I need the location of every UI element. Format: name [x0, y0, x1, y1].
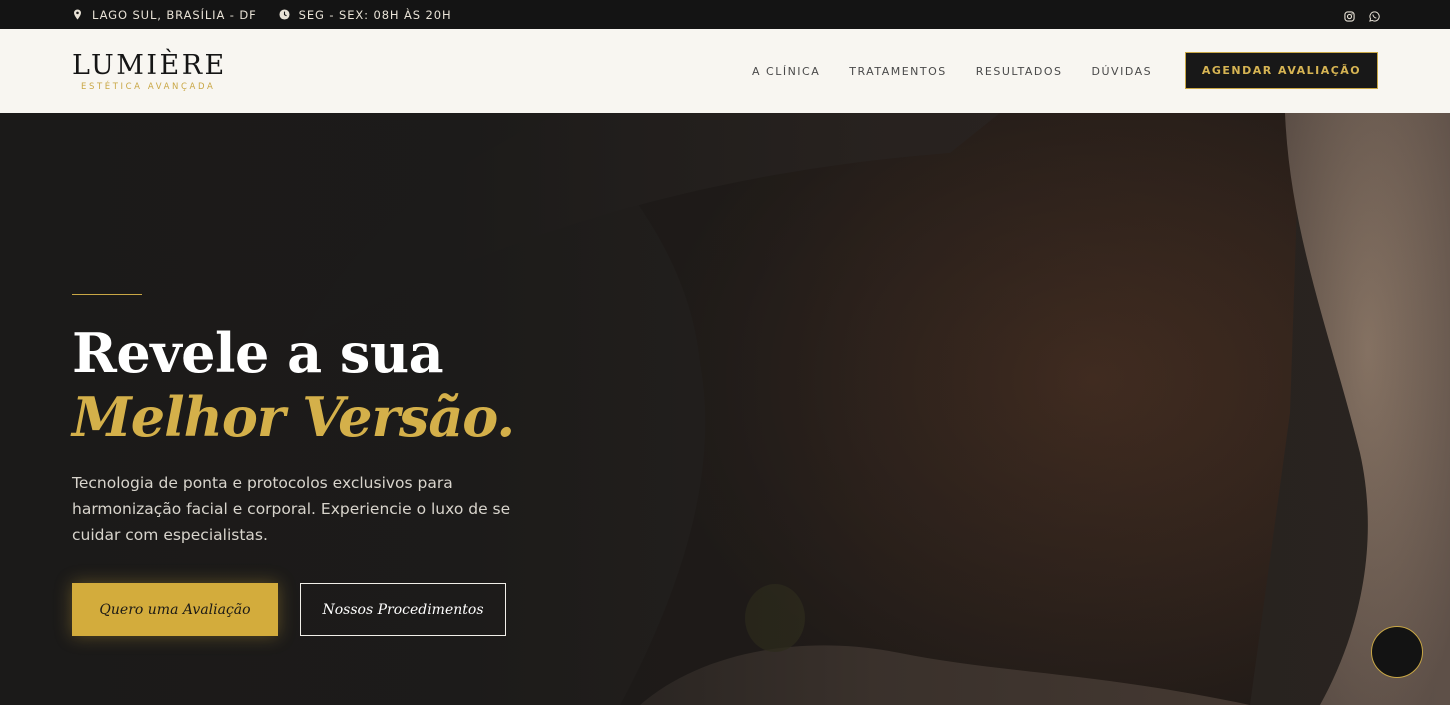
whatsapp-icon[interactable]	[1369, 9, 1380, 22]
contact-info: LAGO SUL, BRASÍLIA - DF SEG - SEX: 08H À…	[72, 0, 452, 29]
brand-logo[interactable]: LUMIÈRE ESTÉTICA AVANÇADA	[72, 50, 232, 93]
nav-item-resultados[interactable]: RESULTADOS	[976, 65, 1063, 78]
nav-item-duvidas[interactable]: DÚVIDAS	[1092, 65, 1153, 78]
location-text: LAGO SUL, BRASÍLIA - DF	[92, 7, 257, 22]
main-nav: A CLÍNICA TRATAMENTOS RESULTADOS DÚVIDAS	[752, 29, 1152, 113]
hours-text: SEG - SEX: 08H ÀS 20H	[298, 7, 452, 22]
site-header: LUMIÈRE ESTÉTICA AVANÇADA A CLÍNICA TRAT…	[0, 29, 1450, 113]
location-info: LAGO SUL, BRASÍLIA - DF	[72, 8, 257, 22]
schedule-evaluation-button[interactable]: AGENDAR AVALIAÇÃO	[1185, 52, 1378, 89]
nav-item-tratamentos[interactable]: TRATAMENTOS	[849, 65, 947, 78]
accent-divider	[72, 294, 142, 295]
floating-chat-button[interactable]	[1371, 626, 1423, 678]
hero-section: Revele a sua Melhor Versão. Tecnologia d…	[0, 113, 1450, 705]
instagram-icon[interactable]	[1344, 9, 1355, 22]
procedures-button[interactable]: Nossos Procedimentos	[300, 583, 506, 636]
top-info-bar: LAGO SUL, BRASÍLIA - DF SEG - SEX: 08H À…	[0, 0, 1450, 29]
nav-item-clinica[interactable]: A CLÍNICA	[752, 65, 820, 78]
hero-description: Tecnologia de ponta e protocolos exclusi…	[72, 474, 511, 544]
hero-title-line1: Revele a sua	[72, 321, 444, 385]
social-links	[1344, 0, 1380, 29]
brand-tagline: ESTÉTICA AVANÇADA	[81, 82, 216, 92]
hero-title-line2: Melhor Versão.	[72, 385, 515, 449]
clock-icon	[279, 9, 290, 20]
request-evaluation-button[interactable]: Quero uma Avaliação	[72, 583, 278, 636]
hours-info: SEG - SEX: 08H ÀS 20H	[279, 8, 452, 22]
map-pin-icon	[74, 9, 81, 20]
brand-name: LUMIÈRE	[72, 50, 227, 81]
